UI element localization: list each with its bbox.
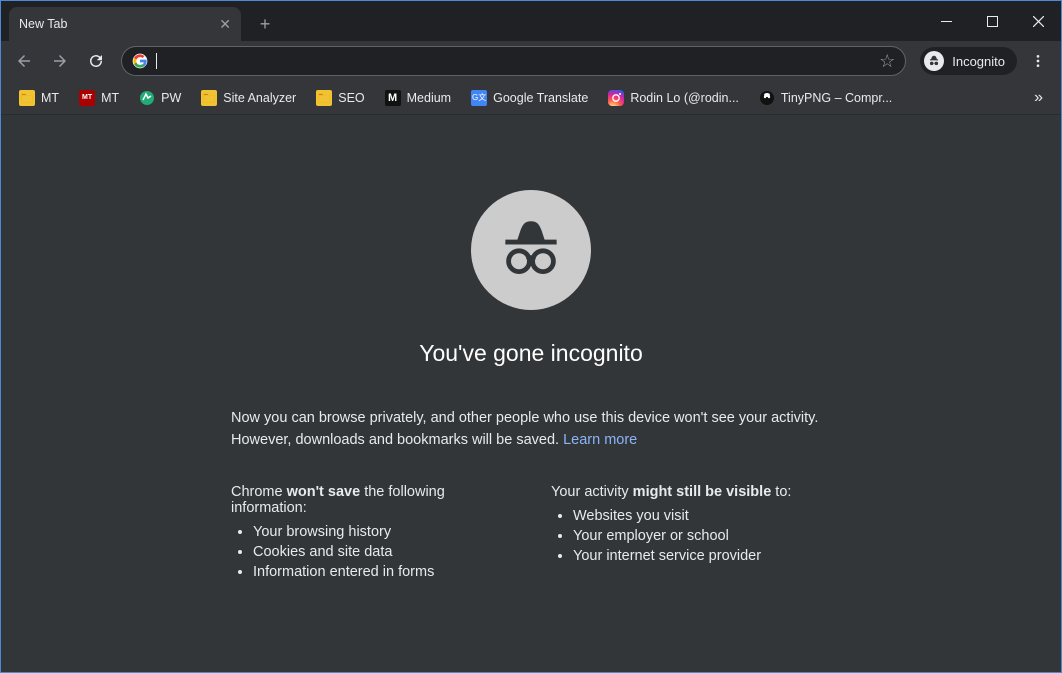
bookmarks-overflow-icon[interactable]: » <box>1026 89 1051 107</box>
menu-button[interactable] <box>1021 45 1055 77</box>
maximize-button[interactable] <box>969 1 1015 41</box>
wont-save-list: Your browsing history Cookies and site da… <box>231 524 511 580</box>
bookmark-label: Google Translate <box>493 91 588 105</box>
close-tab-icon[interactable]: ✕ <box>219 16 231 33</box>
incognito-badge[interactable]: Incognito <box>920 47 1017 75</box>
tab-new-tab[interactable]: New Tab ✕ <box>9 7 241 41</box>
list-item: Websites you visit <box>573 508 831 524</box>
bookmark-label: PW <box>161 91 181 105</box>
bookmark-item[interactable]: MT <box>11 85 67 111</box>
bookmark-item[interactable]: PW <box>131 85 189 111</box>
list-item: Cookies and site data <box>253 544 511 560</box>
page-heading: You've gone incognito <box>419 340 643 367</box>
bookmark-item[interactable]: MTMT <box>71 85 127 111</box>
toolbar: ☆ Incognito <box>1 41 1061 81</box>
reload-button[interactable] <box>79 45 113 77</box>
visible-to-list: Websites you visit Your employer or schoo… <box>551 508 831 564</box>
address-bar[interactable]: ☆ <box>121 46 906 76</box>
browser-window: New Tab ✕ + <box>0 0 1062 673</box>
bookmark-label: TinyPNG – Compr... <box>781 91 892 105</box>
list-item: Information entered in forms <box>253 564 511 580</box>
minimize-button[interactable] <box>923 1 969 41</box>
list-item: Your employer or school <box>573 528 831 544</box>
bookmark-label: MT <box>41 91 59 105</box>
bookmark-item[interactable]: TinyPNG – Compr... <box>751 85 900 111</box>
bookmark-label: Site Analyzer <box>223 91 296 105</box>
page-content: You've gone incognito Now you can browse… <box>1 115 1061 672</box>
bookmark-item[interactable]: SEO <box>308 85 372 111</box>
forward-button[interactable] <box>43 45 77 77</box>
bookmarks-bar: MTMTMTPWSite AnalyzerSEOMMediumG文Google … <box>1 81 1061 115</box>
info-columns: Chrome won't save the following informat… <box>231 484 831 584</box>
visible-to-column: Your activity might still be visible to:… <box>551 484 831 584</box>
incognito-icon <box>924 51 944 71</box>
bookmark-label: Rodin Lo (@rodin... <box>630 91 739 105</box>
bookmark-item[interactable]: MMedium <box>377 85 459 111</box>
bookmark-item[interactable]: Rodin Lo (@rodin... <box>600 85 747 111</box>
search-engine-icon <box>132 53 148 69</box>
new-tab-button[interactable]: + <box>251 10 279 38</box>
wont-save-column: Chrome won't save the following informat… <box>231 484 511 584</box>
incognito-label: Incognito <box>952 54 1005 69</box>
tab-strip: New Tab ✕ + <box>1 1 1061 41</box>
close-window-button[interactable] <box>1015 1 1061 41</box>
bookmark-label: MT <box>101 91 119 105</box>
text-cursor <box>156 53 157 69</box>
bookmark-label: SEO <box>338 91 364 105</box>
bookmark-item[interactable]: G文Google Translate <box>463 85 596 111</box>
intro-text: Now you can browse privately, and other … <box>231 407 831 452</box>
window-controls <box>923 1 1061 41</box>
incognito-hero-icon <box>471 190 591 310</box>
tab-title: New Tab <box>19 17 67 31</box>
bookmark-star-icon[interactable]: ☆ <box>879 51 895 72</box>
url-input[interactable] <box>165 47 871 75</box>
list-item: Your browsing history <box>253 524 511 540</box>
bookmark-label: Medium <box>407 91 451 105</box>
bookmark-item[interactable]: Site Analyzer <box>193 85 304 111</box>
learn-more-link[interactable]: Learn more <box>563 432 637 448</box>
list-item: Your internet service provider <box>573 548 831 564</box>
back-button[interactable] <box>7 45 41 77</box>
